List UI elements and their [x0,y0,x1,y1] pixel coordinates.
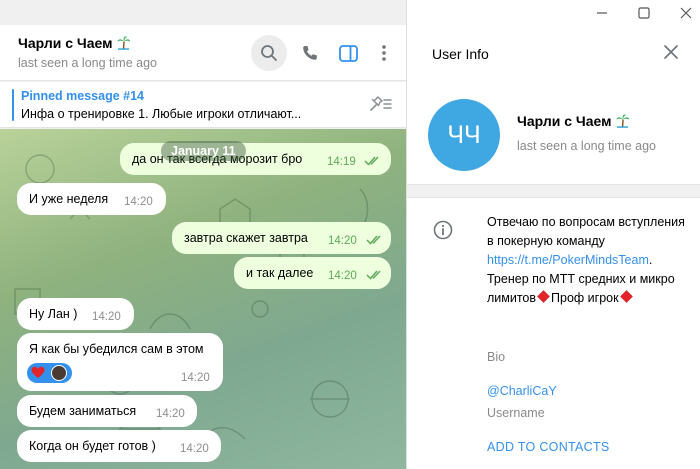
section-divider [407,184,700,198]
phone-icon [303,46,317,60]
bio-label: Bio [487,350,506,364]
search-icon [261,45,277,61]
call-button[interactable] [292,35,328,71]
sidebar-panel-icon [338,44,358,62]
double-check-icon [366,235,381,245]
message-text: Я как бы убедился сам в этом [29,342,204,356]
message-text: завтра скажет завтра [184,231,308,245]
window-close-icon[interactable] [679,6,693,20]
message-time: 14:20 [92,311,121,323]
username-label: Username [487,406,545,420]
more-vertical-icon [382,45,386,61]
message-text: Будем заниматься [29,404,137,418]
red-diamond-icon [537,290,550,303]
pinned-accent-bar [12,89,14,121]
message-time: 14:20 [328,235,357,247]
user-info-title: User Info [432,46,489,62]
double-check-icon [366,270,381,280]
close-icon [664,45,678,59]
bio-text: Отвечаю по вопросам вступления в покерну… [487,215,685,305]
message-text: Ну Лан ) [29,307,78,321]
message-text: Когда он будет готов ) [29,439,156,453]
pinned-list-button[interactable] [367,94,393,119]
message-bubble-outgoing[interactable]: и так далее 14:20 [234,257,391,289]
double-check-icon [364,156,379,166]
message-list[interactable]: да он так всегда морозит бро 14:19 Janua… [0,129,406,469]
profile-name: Чарли с Чаем [517,113,630,131]
chat-header[interactable]: Чарли с Чаем last seen a long time ago [0,25,406,81]
chat-last-seen: last seen a long time ago [18,56,157,70]
message-time: 14:20 [124,196,153,208]
message-bubble-incoming[interactable]: Я как бы убедился сам в этом 14:20 [17,333,223,391]
pinned-message-text: Инфа о тренировке 1. Любые игроки отлича… [21,107,302,121]
message-bubble-incoming[interactable]: И уже неделя 14:20 [17,183,166,215]
reactions[interactable] [27,363,72,383]
info-icon [433,220,453,245]
avatar[interactable]: ЧЧ [428,99,500,171]
palm-tree-icon [615,113,630,131]
message-bubble-outgoing[interactable]: завтра скажет завтра 14:20 [172,222,391,254]
profile-last-seen: last seen a long time ago [517,139,656,153]
user-info-panel: User Info ЧЧ Чарли с Чаем last seen a lo… [406,0,700,469]
message-bubble-incoming[interactable]: Ну Лан ) 14:20 [17,298,134,330]
chat-pane: Чарли с Чаем last seen a long time ago P… [0,0,406,469]
message-time: 14:20 [328,270,357,282]
pinned-message-label: Pinned message #14 [21,89,144,103]
message-time: 14:20 [156,408,185,420]
message-text: и так далее [246,266,314,280]
pinned-message-bar[interactable]: Pinned message #14 Инфа о тренировке 1. … [0,82,406,128]
palm-tree-icon [116,35,131,53]
message-time: 14:19 [327,156,356,168]
message-time: 14:20 [180,443,209,455]
chat-title[interactable]: Чарли с Чаем [18,35,131,53]
pin-list-icon [370,96,392,111]
date-separator: January 11 [161,141,246,161]
message-bubble-incoming[interactable]: Когда он будет готов ) 14:20 [17,430,221,462]
minimize-icon[interactable] [595,6,609,20]
bio-link[interactable]: https://t.me/PokerMindsTeam [487,253,649,267]
toggle-sidebar-button[interactable] [330,35,366,71]
message-time: 14:20 [181,372,210,384]
search-button[interactable] [251,35,287,71]
heart-reaction-icon [31,366,45,382]
maximize-icon[interactable] [637,6,651,20]
close-info-button[interactable] [663,44,679,65]
message-text: И уже неделя [29,192,109,206]
reactor-avatar [51,365,67,381]
add-to-contacts-button[interactable]: ADD TO CONTACTS [487,440,610,454]
red-diamond-icon [619,290,633,303]
more-options-button[interactable] [366,35,402,71]
username-link[interactable]: @CharliCaY [487,384,557,398]
avatar-initials: ЧЧ [447,120,481,149]
message-bubble-incoming[interactable]: Будем заниматься 14:20 [17,395,197,427]
